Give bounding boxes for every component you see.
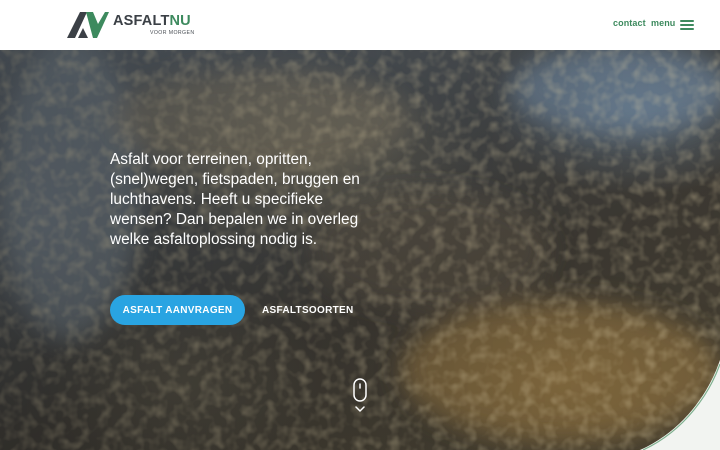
hamburger-line — [680, 28, 694, 30]
site-header: ASFALTNU VOOR MORGEN contact menu — [0, 0, 720, 50]
nav-menu-link[interactable]: menu — [651, 18, 675, 28]
nav-contact-link[interactable]: contact — [613, 18, 646, 28]
hamburger-line — [680, 20, 694, 22]
logo-tagline: VOOR MORGEN — [150, 30, 195, 36]
asfaltsoorten-link[interactable]: ASFALTSOORTEN — [262, 295, 354, 325]
logo-wordmark: ASFALTNU — [113, 13, 191, 29]
logo-word-accent: NU — [169, 13, 191, 29]
logo-word-dark: ASFALT — [113, 13, 170, 29]
hero-intro-text: Asfalt voor terreinen, opritten, (snel)w… — [110, 151, 360, 248]
asfalt-aanvragen-button[interactable]: ASFALT AANVRAGEN — [110, 295, 245, 325]
site-logo[interactable]: ASFALTNU VOOR MORGEN — [67, 11, 195, 39]
decorative-corner-curve — [640, 360, 720, 450]
hamburger-line — [680, 24, 694, 26]
scroll-down-indicator[interactable] — [351, 378, 369, 418]
asfaltnu-logo-icon — [67, 12, 109, 38]
chevron-down-icon — [355, 406, 365, 412]
mouse-scroll-icon — [353, 378, 367, 402]
hero-section: Asfalt voor terreinen, opritten, (snel)w… — [0, 50, 720, 450]
hamburger-menu-icon[interactable] — [680, 19, 694, 30]
